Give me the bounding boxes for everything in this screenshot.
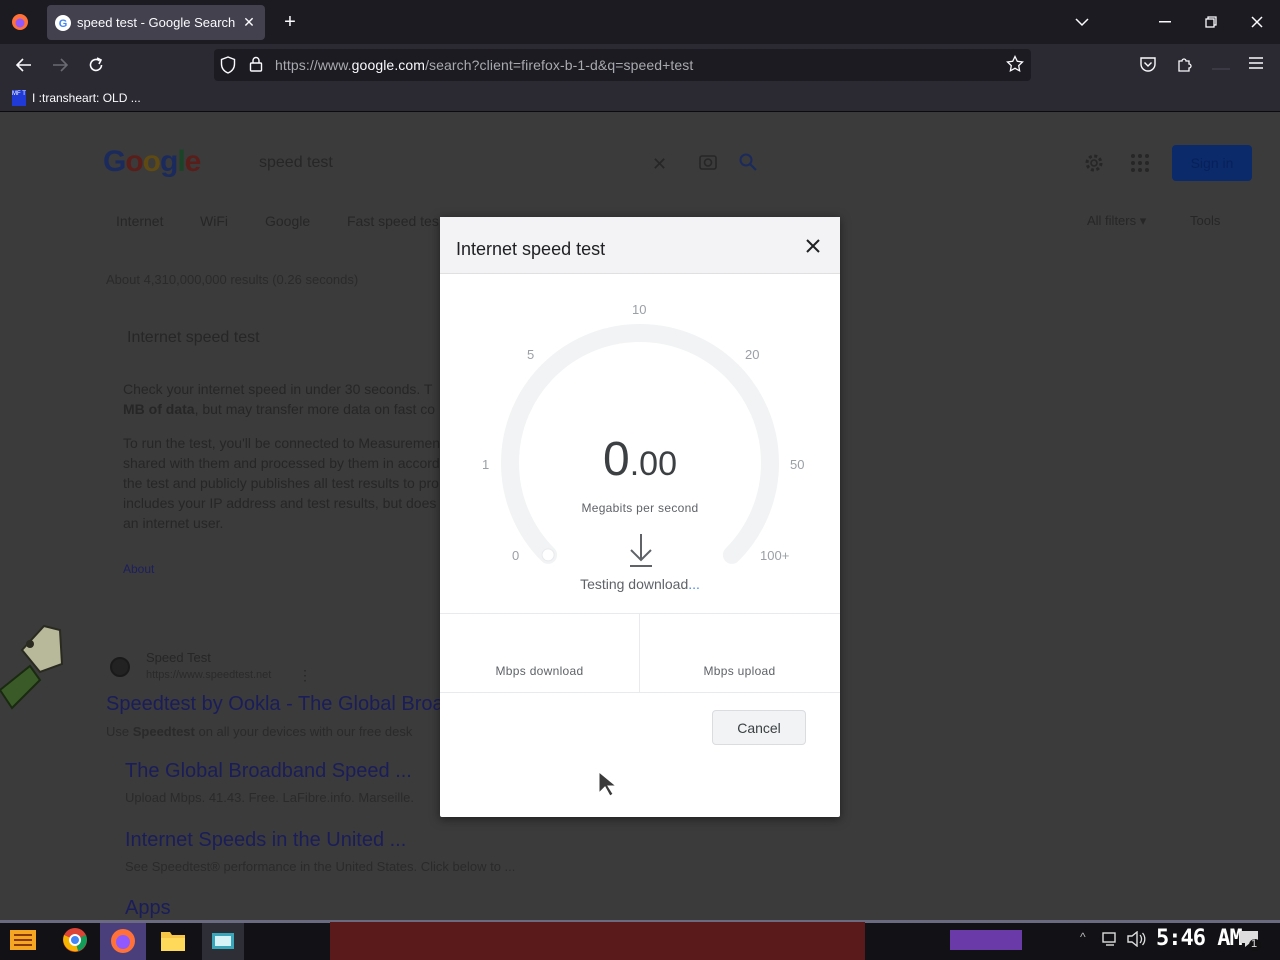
lock-icon[interactable] xyxy=(249,56,263,77)
sign-in-button[interactable]: Sign in xyxy=(1172,145,1252,181)
tracking-protection-shield-icon[interactable] xyxy=(220,56,236,79)
list-all-tabs-icon[interactable] xyxy=(1068,8,1096,36)
speed-value: 0.00 xyxy=(603,433,677,486)
close-window-button[interactable] xyxy=(1243,8,1271,36)
filter-chip-internet[interactable]: Internet xyxy=(116,213,163,229)
upload-result-label: Mbps upload xyxy=(703,664,776,678)
show-hidden-icons[interactable]: ^ xyxy=(1080,930,1086,944)
divider xyxy=(639,614,640,692)
test-status: Testing download... xyxy=(580,576,700,592)
bookmark-star-icon[interactable] xyxy=(1006,54,1024,78)
clear-search-icon[interactable]: ✕ xyxy=(652,154,667,175)
reload-button[interactable] xyxy=(84,53,108,77)
snippet-title: Internet speed test xyxy=(127,329,260,346)
settings-gear-icon[interactable] xyxy=(1083,152,1105,179)
svg-text:G: G xyxy=(59,18,68,30)
sitelink-title[interactable]: Internet Speeds in the United ... xyxy=(125,829,406,852)
divider xyxy=(440,613,840,614)
snippet-text-line: shared with them and processed by them i… xyxy=(123,455,440,471)
app-menu-icon[interactable] xyxy=(1248,56,1264,75)
google-favicon-icon: G xyxy=(55,14,71,31)
close-dialog-icon[interactable] xyxy=(800,233,826,259)
search-icon[interactable] xyxy=(738,152,758,177)
speed-test-dialog: Internet speed test 0 1 5 10 20 50 100+ … xyxy=(440,217,840,817)
result-description: Use Speedtest on all your devices with o… xyxy=(106,724,413,739)
search-input[interactable]: speed test xyxy=(259,154,333,172)
gauge-tick-label: 100+ xyxy=(760,548,790,563)
gauge-tick-label: 0 xyxy=(512,548,520,563)
pocket-icon[interactable] xyxy=(1139,55,1157,78)
snippet-text-line: MB of data, but may transfer more data o… xyxy=(123,401,436,417)
gauge-tick-label: 20 xyxy=(745,347,760,362)
filter-chip-wifi[interactable]: WiFi xyxy=(200,213,228,229)
gauge-needle-dot xyxy=(541,548,555,562)
filter-chip-fast-speed-test[interactable]: Fast speed tes xyxy=(347,213,439,229)
tools-button[interactable]: Tools xyxy=(1190,213,1220,228)
taskbar-wallpaper-strip xyxy=(330,922,865,960)
speedtest-favicon-icon xyxy=(110,657,130,677)
gauge-tick-label: 10 xyxy=(632,302,647,317)
cancel-button[interactable]: Cancel xyxy=(712,710,806,745)
results-count: About 4,310,000,000 results (0.26 second… xyxy=(106,272,359,287)
all-filters-button[interactable]: All filters ▾ xyxy=(1087,213,1146,229)
bookmark-label: I :transheart: OLD ... xyxy=(32,91,141,105)
google-logo[interactable]: Google xyxy=(103,145,201,179)
tab-title: speed test - Google Search xyxy=(77,15,236,30)
sitelink-description: See Speedtest® performance in the United… xyxy=(125,859,516,874)
firefox-taskbar-button[interactable] xyxy=(100,923,146,960)
about-link[interactable]: About xyxy=(123,559,154,579)
gauge-tick-label: 5 xyxy=(527,347,535,362)
taskbar-clock[interactable]: 5:46 AM xyxy=(1156,926,1243,951)
sitelink-description: Upload Mbps. 41.43. Free. LaFibre.info. … xyxy=(125,790,415,805)
url-text[interactable]: https://www.google.com/search?client=fir… xyxy=(275,57,693,73)
bookmarks-bar xyxy=(0,86,1280,112)
snippet-text-line: the test and publicly publishes all test… xyxy=(123,475,439,491)
file-explorer-icon[interactable] xyxy=(160,928,186,957)
overflow-icon[interactable] xyxy=(1212,60,1230,78)
network-icon[interactable] xyxy=(1102,931,1120,952)
new-tab-button[interactable]: + xyxy=(279,11,301,33)
forward-button[interactable] xyxy=(48,53,72,77)
browser-tab[interactable]: G speed test - Google Search ✕ xyxy=(47,5,265,40)
mouse-cursor-icon xyxy=(598,770,618,802)
chrome-icon[interactable] xyxy=(62,927,88,958)
minimize-button[interactable] xyxy=(1151,8,1179,36)
firefox-view-icon[interactable] xyxy=(8,10,32,34)
character-sticker xyxy=(0,620,66,717)
download-arrow-icon xyxy=(628,532,654,573)
extensions-icon[interactable] xyxy=(1176,55,1194,78)
dialog-title: Internet speed test xyxy=(456,239,606,259)
app-taskbar-button[interactable] xyxy=(202,923,244,960)
result-url[interactable]: https://www.speedtest.net xyxy=(146,669,271,681)
snippet-text-line: Check your internet speed in under 30 se… xyxy=(123,381,433,397)
sitelink-title[interactable]: The Global Broadband Speed ... xyxy=(125,760,412,783)
snippet-text-line: an internet user. xyxy=(123,515,224,531)
divider xyxy=(440,692,840,693)
download-result-label: Mbps download xyxy=(495,664,584,678)
lens-camera-icon[interactable] xyxy=(698,152,718,177)
snippet-text-line: includes your IP address and test result… xyxy=(123,495,437,511)
back-button[interactable] xyxy=(12,53,36,77)
tab-close-icon[interactable]: ✕ xyxy=(241,14,257,30)
result-site-name[interactable]: Speed Test xyxy=(146,650,211,665)
restore-button[interactable] xyxy=(1197,8,1225,36)
sitelink-title[interactable]: Apps xyxy=(125,897,171,920)
notification-count-badge: 1 xyxy=(1250,938,1258,950)
result-more-icon[interactable]: ⋮ xyxy=(298,667,312,684)
bookmark-item[interactable]: MF T I :transheart: OLD ... xyxy=(12,89,141,107)
bookmark-favicon-icon: MF T xyxy=(12,90,26,106)
google-apps-icon[interactable] xyxy=(1130,153,1150,178)
volume-icon[interactable] xyxy=(1126,930,1146,952)
filter-chip-google[interactable]: Google xyxy=(265,213,310,229)
speed-unit-label: Megabits per second xyxy=(581,501,699,515)
result-title-link[interactable]: Speedtest by Ookla - The Global Broa xyxy=(106,693,444,716)
snippet-text-line: To run the test, you'll be connected to … xyxy=(123,435,441,451)
start-button[interactable] xyxy=(8,926,38,954)
taskbar-decoration xyxy=(950,930,1022,950)
